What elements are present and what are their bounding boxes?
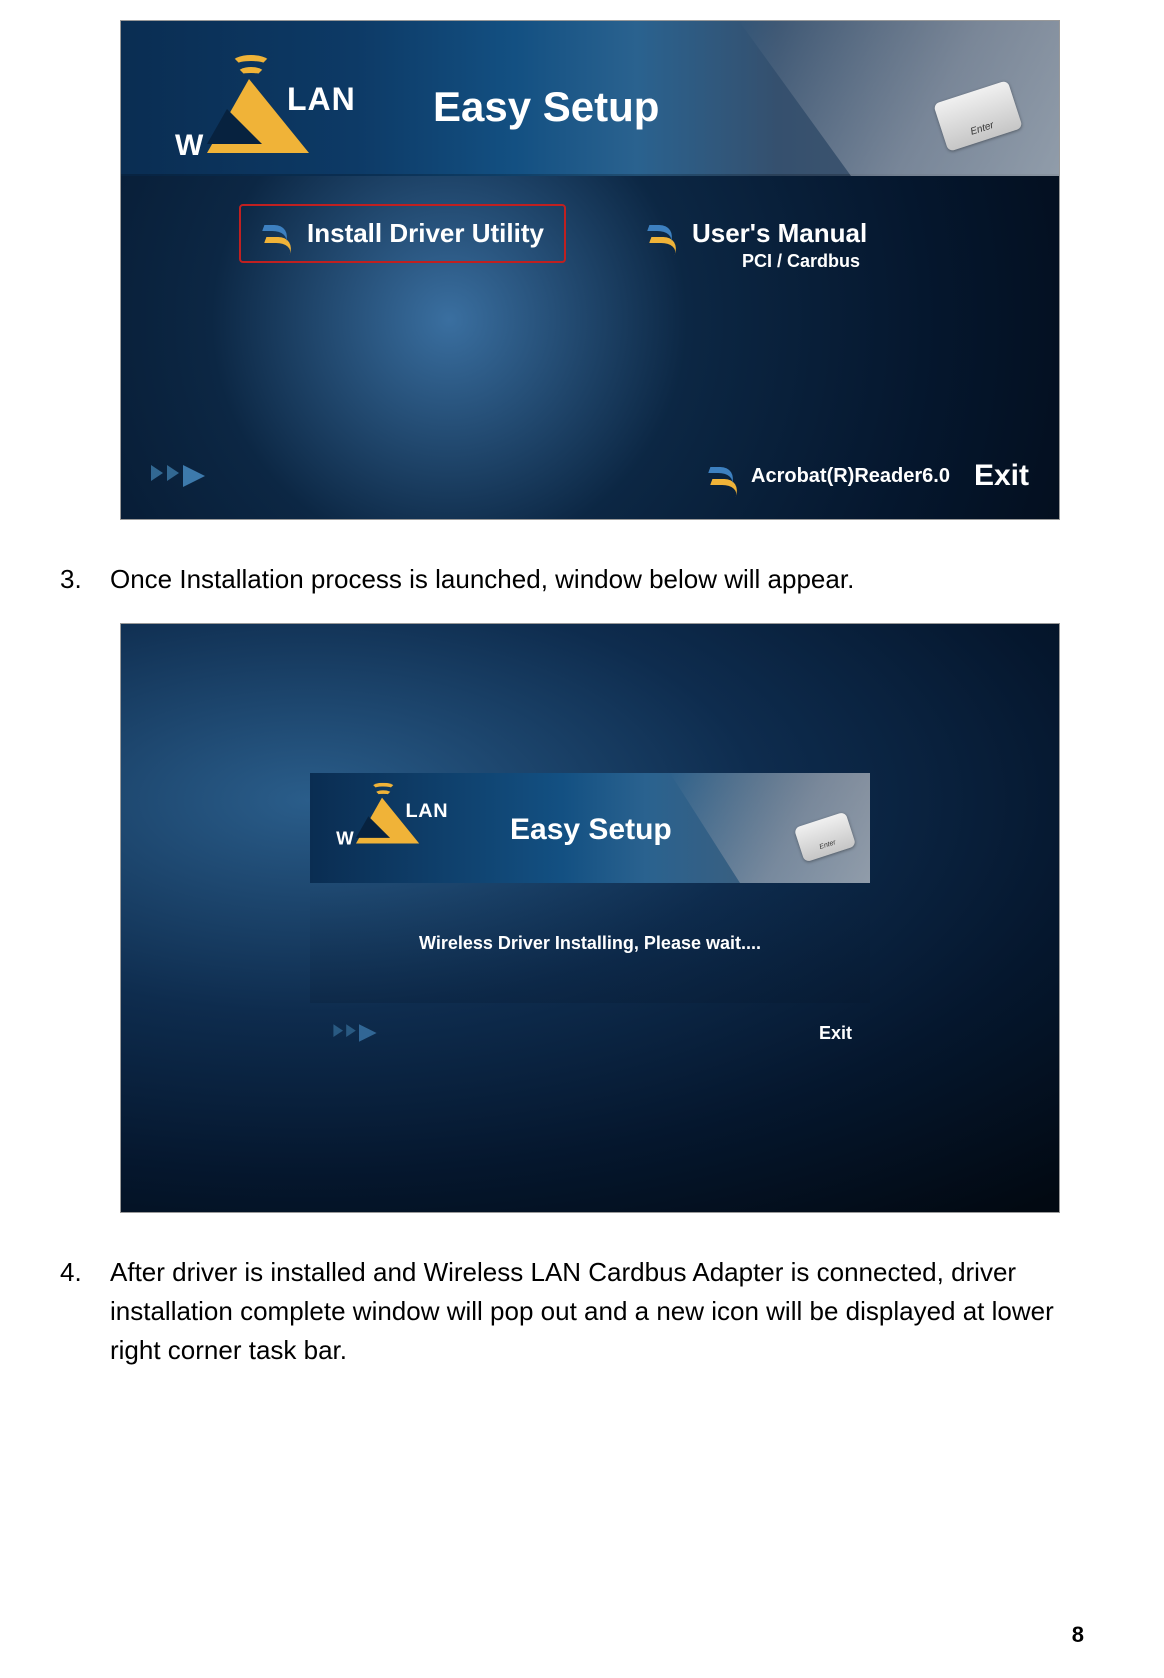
install-driver-utility-button[interactable]: Install Driver Utility: [239, 204, 566, 263]
easy-setup-screenshot-1: W LAN Easy Setup Enter Install Driver Ut…: [120, 20, 1060, 520]
setup-menu-area: Install Driver Utility User's Manual PCI…: [121, 176, 1059, 431]
setup2-footer: Exit: [310, 1003, 870, 1063]
users-manual-button[interactable]: User's Manual: [646, 218, 867, 249]
logo-w-letter: W: [175, 129, 203, 163]
logo-w-letter: W: [336, 829, 354, 850]
step-4: 4. After driver is installed and Wireles…: [60, 1253, 1104, 1370]
setup-footer: Acrobat(R)Reader6.0 Exit: [121, 431, 1059, 520]
step-4-text: After driver is installed and Wireless L…: [110, 1253, 1104, 1370]
arrow-decoration-icon: [333, 1024, 376, 1042]
exit-button[interactable]: Exit: [974, 459, 1029, 493]
arrow-decoration-icon: [151, 465, 205, 487]
wlan-logo: W LAN: [149, 49, 369, 159]
logo-lan-text: LAN: [287, 81, 356, 118]
install-driver-label: Install Driver Utility: [307, 218, 544, 249]
page-number: 8: [1072, 1622, 1084, 1648]
installing-status-text: Wireless Driver Installing, Please wait.…: [419, 933, 761, 954]
acrobat-reader-label: Acrobat(R)Reader6.0: [751, 465, 950, 488]
easy-setup-screenshot-2: W LAN Easy Setup Enter Wireless Driver I…: [120, 623, 1060, 1213]
swoosh-icon: [707, 461, 743, 491]
step-3-text: Once Installation process is launched, w…: [110, 560, 1104, 599]
step-3: 3. Once Installation process is launched…: [60, 560, 1104, 599]
setup2-header: W LAN Easy Setup Enter: [310, 773, 870, 883]
setup-header: W LAN Easy Setup Enter: [121, 21, 1059, 176]
wlan-logo: W LAN: [320, 779, 456, 847]
step-3-number: 3.: [60, 560, 84, 599]
users-manual-label: User's Manual: [692, 218, 867, 249]
installing-status-area: Wireless Driver Installing, Please wait.…: [310, 883, 870, 1003]
acrobat-reader-button[interactable]: Acrobat(R)Reader6.0: [707, 461, 950, 491]
setup-title: Easy Setup: [433, 83, 659, 131]
setup2-title: Easy Setup: [510, 813, 672, 847]
swoosh-icon: [646, 219, 682, 249]
logo-lan-text: LAN: [406, 799, 449, 822]
swoosh-icon: [261, 219, 297, 249]
exit-button[interactable]: Exit: [819, 1023, 852, 1044]
users-manual-subtitle: PCI / Cardbus: [742, 251, 867, 272]
step-4-number: 4.: [60, 1253, 84, 1370]
